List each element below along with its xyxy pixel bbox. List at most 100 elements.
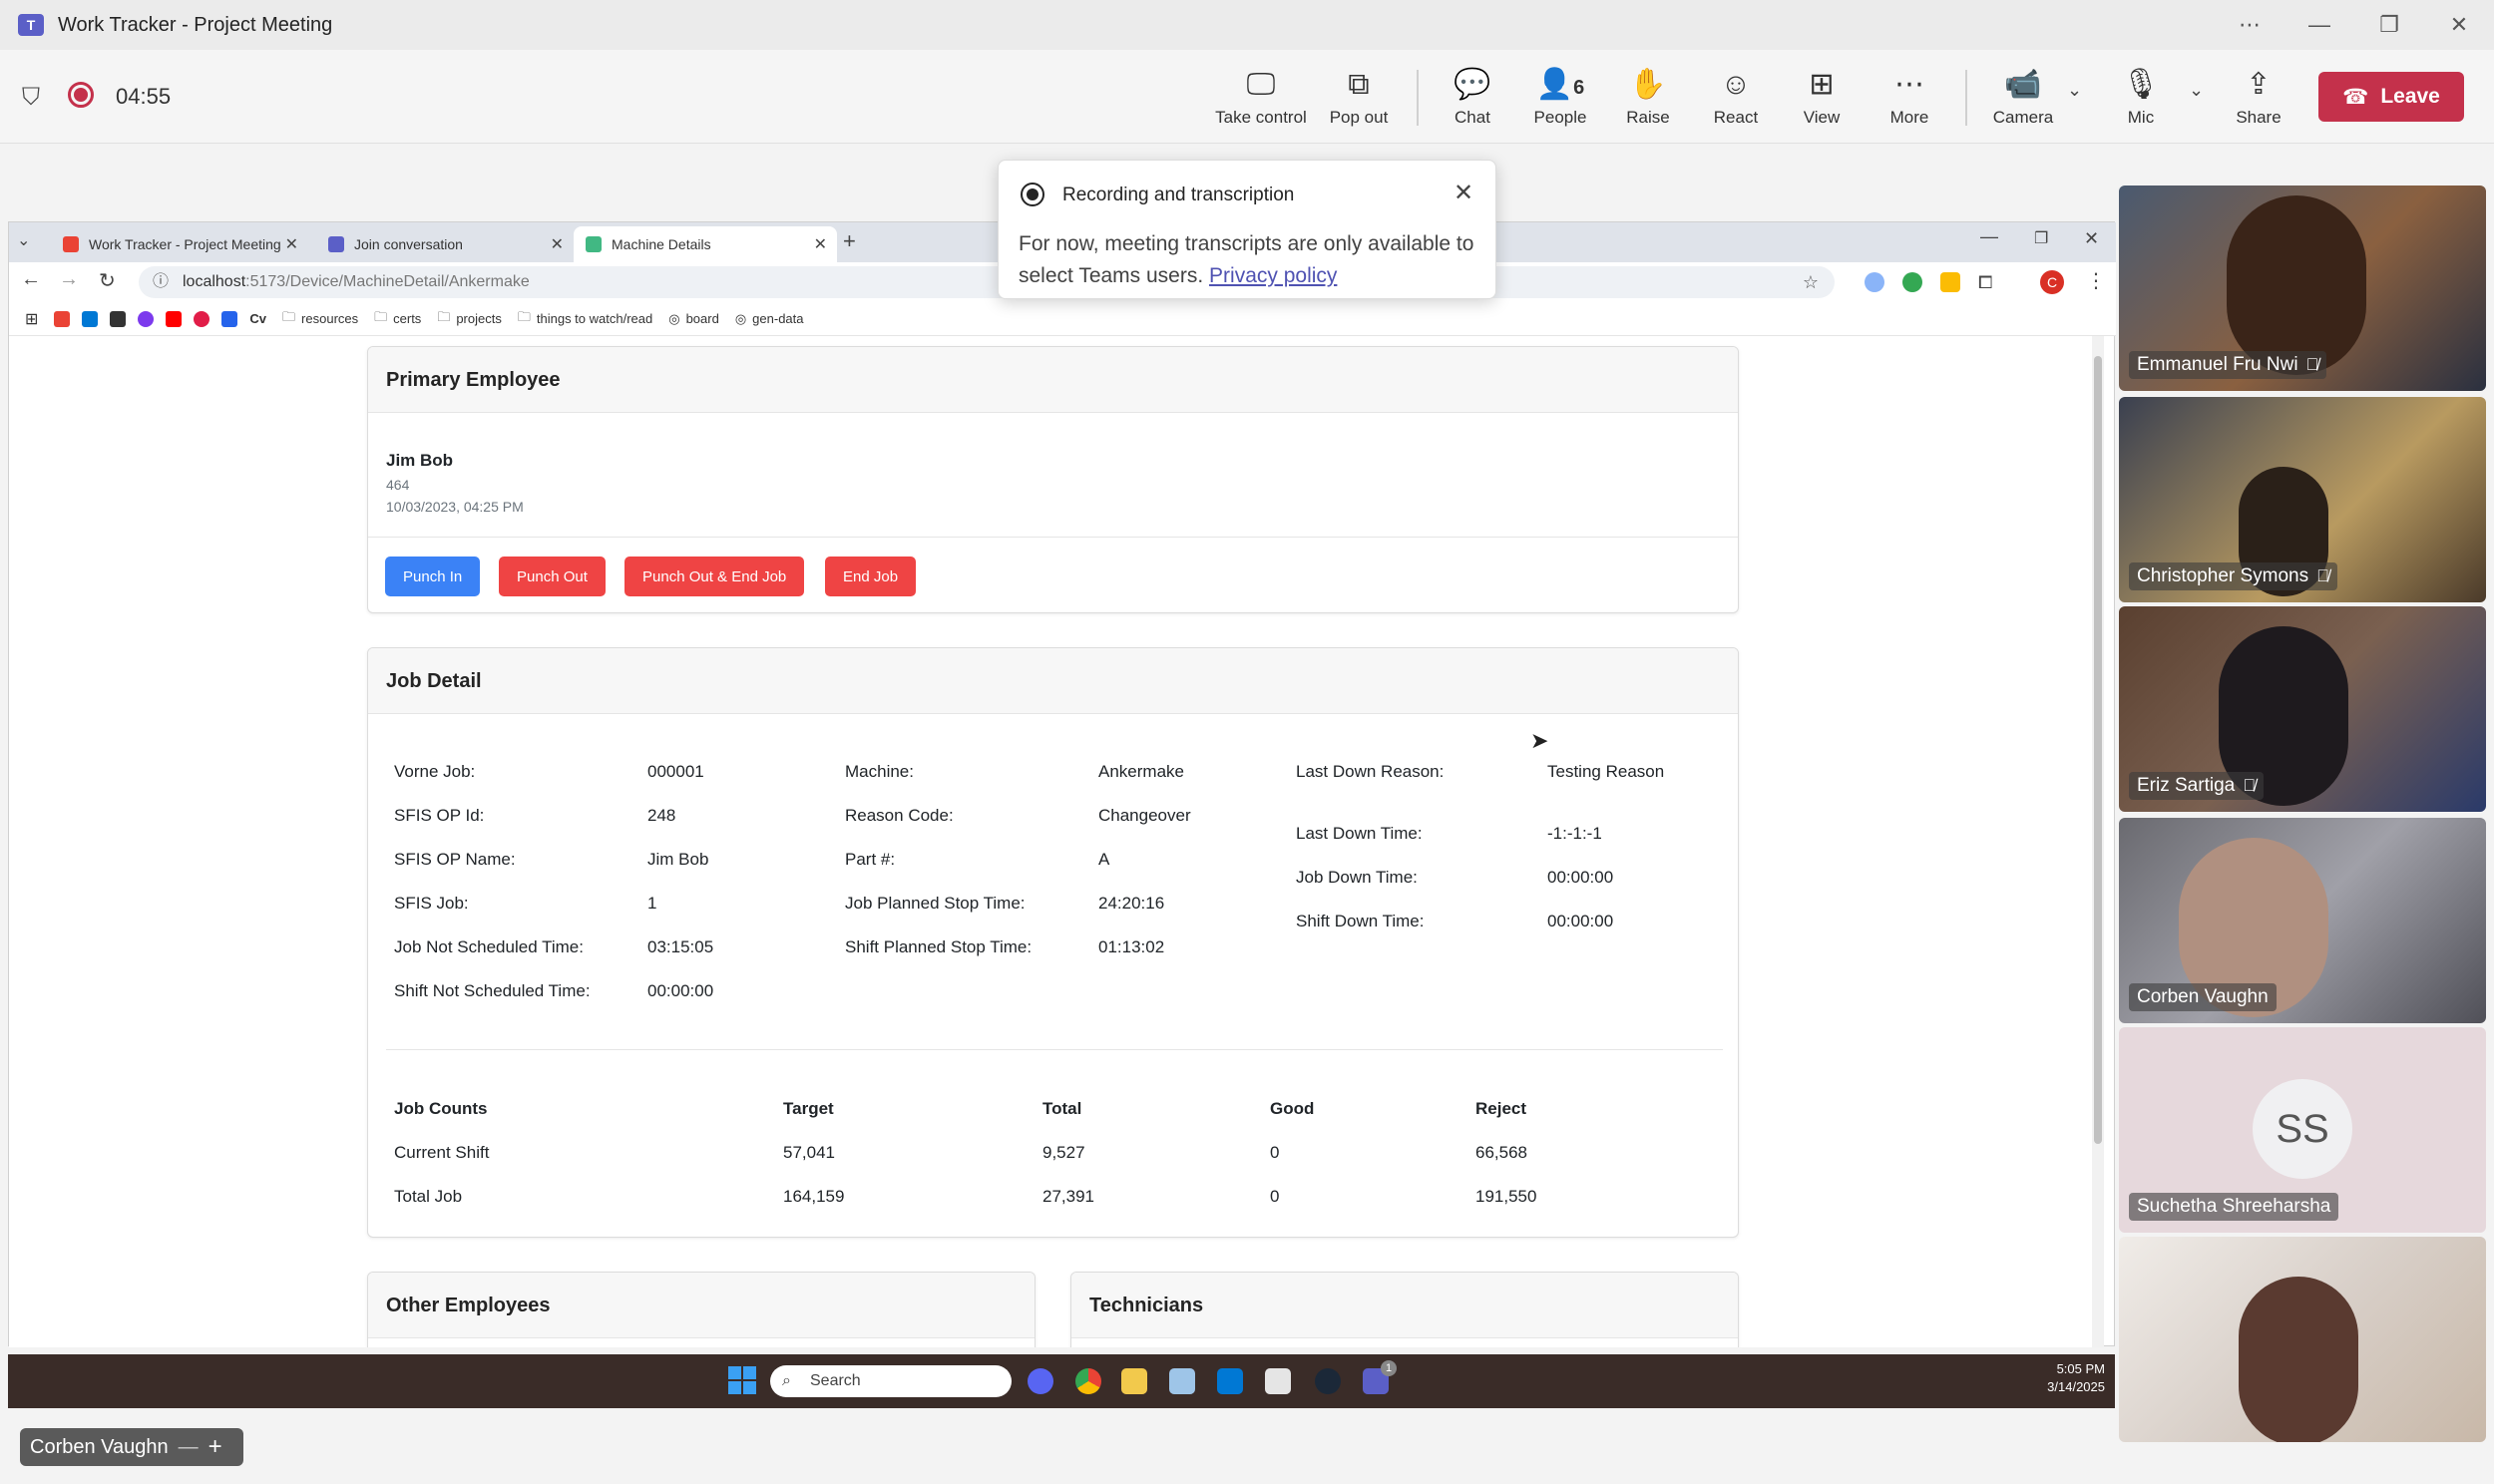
taskbar-search-input[interactable]: ⌕ Search <box>770 1365 1012 1397</box>
bookmark-folder-things[interactable]: 🗀 things to watch/read <box>518 308 652 330</box>
bookmark-gen-data[interactable]: ◎ gen-data <box>735 311 804 327</box>
recording-icon <box>68 82 94 108</box>
people-button[interactable]: 👤6 People <box>1510 66 1610 128</box>
back-icon[interactable]: ← <box>21 268 41 291</box>
more-options-icon[interactable]: ⋯ <box>2215 12 2285 38</box>
bookmark-folder-projects[interactable]: 🗀 projects <box>437 308 502 330</box>
bookmark-folder-resources[interactable]: 🗀 resources <box>282 308 358 330</box>
more-button[interactable]: ⋯ More <box>1860 66 1959 128</box>
apps-grid-icon[interactable]: ⊞ <box>25 309 38 329</box>
close-icon[interactable]: ✕ <box>2424 12 2494 38</box>
taskbar-clock[interactable]: 5:05 PM 3/14/2025 <box>2015 1360 2105 1396</box>
end-job-button[interactable]: End Job <box>825 556 917 596</box>
field-value: 01:13:02 <box>1098 937 1165 956</box>
scrollbar-thumb[interactable] <box>2094 356 2102 1144</box>
discord-taskbar-icon[interactable] <box>1028 1368 1053 1394</box>
field-value: Ankermake <box>1098 762 1184 781</box>
site-info-icon[interactable]: ⓘ <box>153 266 169 298</box>
field-value: Jim Bob <box>647 850 709 869</box>
leave-button[interactable]: ☎ Leave <box>2318 72 2464 122</box>
page-scrollbar[interactable] <box>2092 336 2104 1347</box>
extension-icon[interactable] <box>1865 272 1884 292</box>
extension-icon[interactable] <box>1902 272 1922 292</box>
chat-button[interactable]: 💬 Chat <box>1423 66 1522 128</box>
bookmark-icon[interactable] <box>110 310 127 327</box>
file-explorer-taskbar-icon[interactable] <box>1121 1368 1147 1394</box>
field-label: Shift Not Scheduled Time: <box>394 981 591 1000</box>
minimize-icon[interactable]: — <box>179 1436 199 1459</box>
camera-icon: 📹 <box>2004 68 2042 101</box>
take-control-icon: 🖵 <box>1246 68 1276 101</box>
browser-restore-icon[interactable]: ❐ <box>2034 228 2048 248</box>
react-button[interactable]: ☺ React <box>1686 66 1786 128</box>
meeting-toolbar: ⛉ 04:55 🖵 Take control ⧉ Pop out 💬 Chat … <box>0 50 2494 144</box>
chrome-taskbar-icon[interactable] <box>1075 1368 1101 1394</box>
field-label: SFIS Job: <box>394 894 469 913</box>
vscode-taskbar-icon[interactable] <box>1217 1368 1243 1394</box>
bookmark-icon[interactable] <box>194 310 210 327</box>
tab-work-tracker[interactable]: Work Tracker - Project Meeting ✕ <box>51 226 308 262</box>
browser-close-icon[interactable]: ✕ <box>2084 228 2099 249</box>
snipping-tool-taskbar-icon[interactable] <box>1265 1368 1291 1394</box>
camera-options-chevron-icon[interactable]: ⌄ <box>2067 80 2082 101</box>
participant-tile-6[interactable] <box>2119 1237 2486 1442</box>
tab-search-chevron-icon[interactable]: ⌄ <box>17 230 30 250</box>
tab-machine-details[interactable]: Machine Details ✕ <box>574 226 837 262</box>
steam-taskbar-icon[interactable] <box>1315 1368 1341 1394</box>
profile-avatar[interactable]: C <box>2040 270 2064 294</box>
field-value: 24:20:16 <box>1098 894 1165 913</box>
mic-button[interactable]: 🎙 Mic <box>2091 66 2191 128</box>
outlook-bookmark-icon[interactable] <box>82 310 99 327</box>
privacy-policy-link[interactable]: Privacy policy <box>1209 264 1337 287</box>
spotlight-participant-bar[interactable]: Corben Vaughn — + <box>20 1428 243 1466</box>
participant-tile-2[interactable]: Christopher Symons 🎙̸ <box>2119 397 2486 602</box>
youtube-bookmark-icon[interactable] <box>166 310 183 327</box>
tab-join-conversation[interactable]: Join conversation ✕ <box>316 226 574 262</box>
new-tab-icon[interactable]: + <box>843 228 856 254</box>
minimize-icon[interactable]: — <box>2285 12 2354 38</box>
participant-tile-4[interactable]: Corben Vaughn <box>2119 818 2486 1023</box>
punch-in-button[interactable]: Punch In <box>385 556 481 596</box>
view-button[interactable]: ⊞ View <box>1772 66 1871 128</box>
extension-icon[interactable] <box>1940 272 1960 292</box>
field-label: Reason Code: <box>845 806 954 825</box>
bookmark-folder-certs[interactable]: 🗀 certs <box>374 308 421 330</box>
bookmark-icon[interactable] <box>221 310 238 327</box>
bookmark-star-icon[interactable]: ☆ <box>1803 266 1819 298</box>
browser-minimize-icon[interactable]: — <box>1980 226 1998 247</box>
bookmark-board[interactable]: ◎ board <box>668 311 719 327</box>
add-icon[interactable]: + <box>208 1433 222 1461</box>
close-tab-icon[interactable]: ✕ <box>551 234 564 254</box>
bookmark-icon[interactable] <box>138 310 155 327</box>
field-label: Last Down Reason: <box>1296 762 1445 781</box>
windows-start-icon[interactable] <box>728 1366 756 1394</box>
take-control-button[interactable]: 🖵 Take control <box>1211 66 1311 128</box>
table-header: Job Counts <box>394 1099 488 1118</box>
gmail-bookmark-icon[interactable] <box>54 310 71 327</box>
reload-icon[interactable]: ↻ <box>99 268 116 293</box>
camera-button[interactable]: 📹 Camera <box>1973 66 2073 128</box>
close-notification-icon[interactable]: ✕ <box>1454 179 1473 207</box>
share-button[interactable]: ⇪ Share <box>2209 66 2308 128</box>
raise-hand-button[interactable]: ✋ Raise <box>1598 66 1698 128</box>
close-tab-icon[interactable]: ✕ <box>814 234 827 254</box>
punch-out-button[interactable]: Punch Out <box>499 556 606 596</box>
participant-tile-3[interactable]: Eriz Sartiga 🎙̸ <box>2119 606 2486 812</box>
punch-out-end-job-button[interactable]: Punch Out & End Job <box>624 556 805 596</box>
participant-tile-5[interactable]: SS Suchetha Shreeharsha <box>2119 1027 2486 1233</box>
folder-icon: 🗀 <box>517 308 531 324</box>
forward-icon[interactable]: → <box>59 268 79 291</box>
restore-icon[interactable]: ❐ <box>2354 12 2424 38</box>
windows-taskbar <box>8 1354 2115 1408</box>
folder-icon: 🗀 <box>282 308 296 324</box>
browser-menu-icon[interactable]: ⋮ <box>2086 268 2106 293</box>
participant-tile-1[interactable]: Emmanuel Fru Nwi 🎙̸ <box>2119 186 2486 391</box>
photos-taskbar-icon[interactable] <box>1169 1368 1195 1394</box>
mic-options-chevron-icon[interactable]: ⌄ <box>2189 80 2204 101</box>
bookmark-icon[interactable]: Cv <box>249 311 266 326</box>
close-tab-icon[interactable]: ✕ <box>285 234 298 254</box>
table-cell: 27,391 <box>1042 1187 1094 1206</box>
extensions-puzzle-icon[interactable]: ⧠ <box>1978 272 1992 293</box>
pop-out-button[interactable]: ⧉ Pop out <box>1309 66 1409 128</box>
url-input[interactable]: ⓘ localhost:5173/Device/MachineDetail/An… <box>139 266 1835 298</box>
